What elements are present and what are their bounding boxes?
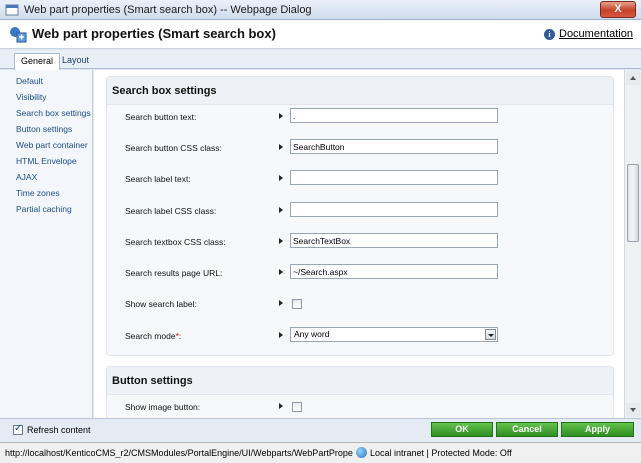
search-button-text-input[interactable] (290, 108, 498, 123)
field-label: Search button text: (125, 112, 197, 122)
show-search-label-checkbox[interactable] (292, 299, 302, 309)
field-row-search-label-css: Search label CSS class: (125, 201, 605, 221)
page-title: Web part properties (Smart search box) (32, 26, 276, 41)
field-row-show-image-button: Show image button: (125, 397, 605, 417)
field-row-search-textbox-css: Search textbox CSS class: (125, 232, 605, 252)
ie-window-icon (5, 4, 19, 16)
refresh-content-checkbox[interactable] (13, 423, 23, 435)
field-row-search-label-text: Search label text: (125, 169, 605, 189)
expand-arrow-icon[interactable] (279, 238, 283, 244)
window-title: Web part properties (Smart search box) -… (24, 4, 312, 16)
dialog-footer: Refresh content OK Cancel Apply (0, 418, 641, 442)
search-label-text-input[interactable] (290, 170, 498, 185)
webpart-properties-icon (10, 27, 27, 43)
vertical-scrollbar[interactable] (624, 70, 641, 418)
sidebar-item-web-part-container[interactable]: Web part container (0, 137, 92, 153)
field-label: Search label CSS class: (125, 206, 217, 216)
refresh-content-label: Refresh content (27, 425, 91, 435)
sidebar-item-time-zones[interactable]: Time zones (0, 185, 92, 201)
tab-layout[interactable]: Layout (56, 53, 95, 69)
section-title: Button settings (107, 367, 613, 395)
field-label: Search button CSS class: (125, 143, 222, 153)
sidebar-item-ajax[interactable]: AJAX (0, 169, 92, 185)
field-row-show-search-label: Show search label: (125, 294, 605, 314)
search-label-css-input[interactable] (290, 202, 498, 217)
chevron-down-icon[interactable] (485, 329, 496, 340)
apply-button[interactable]: Apply (561, 422, 634, 437)
search-box-settings-section: Search box settings Search button text: … (106, 76, 614, 356)
field-label: Search label text: (125, 174, 191, 184)
field-label: Search results page URL: (125, 268, 223, 278)
window-close-button[interactable]: X (600, 1, 636, 18)
tab-bar: General Layout (0, 50, 641, 70)
scroll-up-button[interactable] (626, 71, 640, 85)
field-label: Search mode*: (125, 331, 181, 341)
label-colon: : (178, 331, 182, 341)
search-textbox-css-input[interactable] (290, 233, 498, 248)
refresh-content-option[interactable]: Refresh content (13, 423, 91, 435)
button-settings-section: Button settings Show image button: (106, 366, 614, 418)
sidebar-item-search-box-settings[interactable]: Search box settings (0, 105, 92, 121)
security-zone: Local intranet | Protected Mode: Off (356, 447, 512, 458)
expand-arrow-icon[interactable] (279, 300, 283, 306)
ok-button[interactable]: OK (431, 422, 493, 437)
dialog-header: Web part properties (Smart search box) i… (0, 20, 641, 49)
cancel-button[interactable]: Cancel (496, 422, 558, 437)
expand-arrow-icon[interactable] (279, 269, 283, 275)
search-results-url-input[interactable] (290, 264, 498, 279)
field-row-search-mode: Search mode*: Any word (125, 326, 605, 346)
show-image-button-checkbox[interactable] (292, 402, 302, 412)
field-row-search-results-url: Search results page URL: (125, 263, 605, 283)
expand-arrow-icon[interactable] (279, 113, 283, 119)
field-label: Show image button: (125, 402, 201, 412)
sidebar-item-html-envelope[interactable]: HTML Envelope (0, 153, 92, 169)
tab-general[interactable]: General (14, 53, 61, 70)
expand-arrow-icon[interactable] (279, 175, 283, 181)
expand-arrow-icon[interactable] (279, 207, 283, 213)
expand-arrow-icon[interactable] (279, 144, 283, 150)
documentation-link-group[interactable]: i Documentation (544, 28, 633, 40)
field-row-search-button-css: Search button CSS class: (125, 138, 605, 158)
status-url: http://localhost/KenticoCMS_r2/CMSModule… (5, 448, 353, 458)
window-titlebar: Web part properties (Smart search box) -… (0, 0, 641, 20)
documentation-link[interactable]: Documentation (559, 28, 633, 40)
search-mode-label-text: Search mode (125, 331, 176, 341)
scroll-down-button[interactable] (626, 403, 640, 417)
category-sidebar: Default Visibility Search box settings B… (0, 70, 93, 418)
browser-statusbar: http://localhost/KenticoCMS_r2/CMSModule… (0, 442, 641, 463)
sidebar-item-partial-caching[interactable]: Partial caching (0, 201, 92, 217)
expand-arrow-icon[interactable] (279, 332, 283, 338)
sidebar-item-default[interactable]: Default (0, 73, 92, 89)
properties-panel: Search box settings Search button text: … (94, 70, 624, 418)
field-label: Show search label: (125, 299, 197, 309)
section-title: Search box settings (107, 77, 613, 105)
sidebar-item-visibility[interactable]: Visibility (0, 89, 92, 105)
zone-text: Local intranet | Protected Mode: Off (370, 447, 512, 458)
scrollbar-thumb[interactable] (627, 164, 639, 242)
sidebar-item-button-settings[interactable]: Button settings (0, 121, 92, 137)
field-label: Search textbox CSS class: (125, 237, 226, 247)
expand-arrow-icon[interactable] (279, 403, 283, 409)
search-mode-select[interactable]: Any word (290, 327, 498, 342)
search-mode-value: Any word (294, 329, 330, 339)
info-icon: i (544, 28, 555, 40)
globe-icon (356, 447, 367, 458)
search-button-css-input[interactable] (290, 139, 498, 154)
field-row-search-button-text: Search button text: (125, 107, 605, 127)
